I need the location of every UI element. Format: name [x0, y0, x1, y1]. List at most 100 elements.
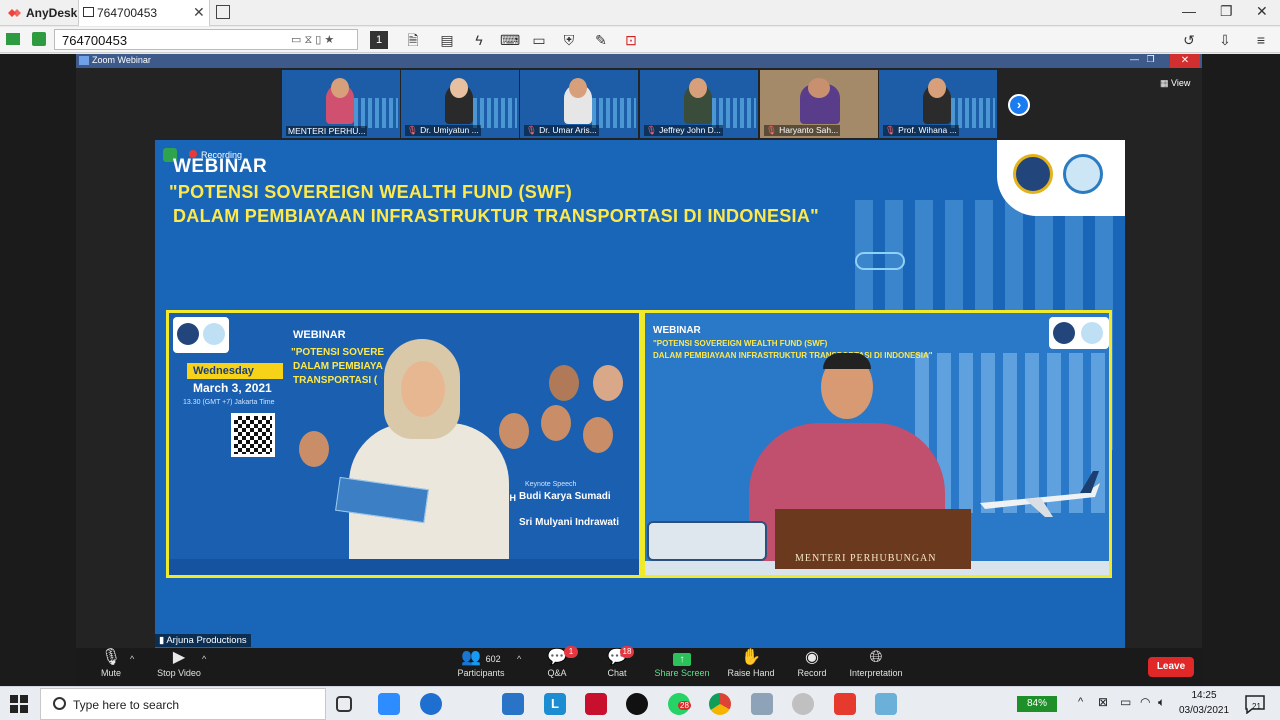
clock-time[interactable]: 14:25: [1178, 690, 1230, 701]
zoom-window-icon: [79, 56, 89, 65]
whatsapp-badge: 28: [678, 701, 691, 710]
bus-model: [647, 521, 767, 561]
speaker-panel-right: WEBINAR "POTENSI SOVEREIGN WEALTH FUND (…: [642, 310, 1112, 578]
battery-icon[interactable]: ▭: [1120, 695, 1131, 709]
airplane-model-icon: [980, 471, 1100, 517]
speaker-photo: [299, 431, 329, 467]
mute-options-chevron-icon[interactable]: ^: [130, 654, 134, 664]
muted-mic-icon: 🎙︎: [407, 125, 421, 135]
task-view-icon[interactable]: [336, 696, 352, 712]
grid-icon: ▦: [1160, 78, 1172, 88]
interpretation-button[interactable]: 🌐︎ Interpretation: [846, 648, 906, 678]
address-bar-tools-icon[interactable]: ▭ ⧖ ▯ ★: [291, 33, 334, 47]
chat-button[interactable]: 💬 Chat 18: [602, 646, 634, 678]
minimize-button[interactable]: —: [1182, 3, 1196, 19]
participant-thumb[interactable]: MENTERI PERHU...: [282, 70, 400, 138]
participant-thumb[interactable]: 🎙︎ Jeffrey John D...: [640, 70, 758, 138]
zoom-window-titlebar[interactable]: Zoom Webinar — ❐ ✕: [76, 54, 1202, 68]
participant-thumb[interactable]: 🎙︎ Dr. Umiyatun ...: [401, 70, 519, 138]
edge-icon[interactable]: [420, 693, 442, 715]
monitor-1-icon[interactable]: 1: [370, 31, 388, 49]
muted-mic-icon: 🎙︎: [766, 125, 780, 135]
permissions-icon[interactable]: ⛨: [560, 31, 578, 49]
share-screen-button[interactable]: ↑ Share Screen: [654, 648, 710, 678]
panel-logos: [1049, 317, 1109, 349]
menu-icon[interactable]: ≡: [1252, 31, 1270, 49]
address-bar[interactable]: 764700453 ▭ ⧖ ▯ ★: [54, 29, 358, 50]
file-transfer-icon[interactable]: 🗎: [404, 31, 422, 49]
qa-button[interactable]: 💬 Q&A 1: [542, 646, 578, 678]
poster-line2: DALAM PEMBIAYA: [293, 361, 383, 372]
participants-button[interactable]: 👥 602 Participants: [456, 648, 506, 678]
windows-taskbar: Type here to search L 28 84% ^ ⊠ ▭ ◠ 🔈︎ …: [0, 686, 1280, 720]
speaker-photo: [549, 365, 579, 401]
session-tab[interactable]: 764700453 ✕: [78, 0, 210, 26]
raise-hand-button[interactable]: ✋ Raise Hand: [726, 648, 776, 678]
view-button[interactable]: ▦ View: [1160, 78, 1190, 89]
participant-name: 🎙︎ Haryanto Sah...: [764, 125, 841, 136]
globe-icon: 🌐︎: [869, 649, 883, 666]
anydesk-titlebar: AnyDesk 764700453 ✕ — ❐ ✕: [0, 0, 1280, 26]
download-icon[interactable]: ⇩: [1216, 31, 1234, 49]
action-icon[interactable]: ϟ: [470, 31, 488, 49]
panel-logos: [173, 317, 229, 353]
volume-icon[interactable]: 🔈︎: [1158, 695, 1165, 710]
whiteboard-icon[interactable]: ✎: [592, 31, 610, 49]
slide-logos: [997, 140, 1125, 216]
anydesk-app-icon[interactable]: [834, 693, 856, 715]
zoom-window-title: Zoom Webinar: [92, 55, 151, 65]
history-icon[interactable]: ↺: [1180, 31, 1198, 49]
tab-close-button[interactable]: ✕: [193, 4, 205, 21]
chat-badge: 18: [620, 646, 634, 658]
participants-options-chevron-icon[interactable]: ^: [517, 654, 521, 664]
tray-overflow-chevron-icon[interactable]: ^: [1078, 696, 1083, 708]
connection-status-icon: [6, 33, 20, 45]
zoom-window-controls[interactable]: — ❐: [1130, 54, 1162, 65]
maximize-button[interactable]: ❐: [1220, 3, 1233, 20]
l-app-icon[interactable]: L: [544, 693, 566, 715]
speaker-photo: [541, 405, 571, 441]
keyboard-icon[interactable]: ⌨: [500, 31, 520, 49]
poster-bottom-strip: [169, 559, 639, 575]
panel-line2: DALAM PEMBIAYAAN INFRASTRUKTUR TRANSPORT…: [653, 351, 933, 360]
participant-thumb[interactable]: 🎙︎ Prof. Wihana ...: [879, 70, 997, 138]
participant-thumb[interactable]: 🎙︎ Dr. Umar Aris...: [520, 70, 638, 138]
tray-app-icon[interactable]: ⊠: [1098, 695, 1108, 709]
anydesk-toolbar: 764700453 ▭ ⧖ ▯ ★ 1 🗎 ▤ ϟ ⌨ ▭ ⛨ ✎ ⊡ ↺ ⇩ …: [0, 27, 1280, 53]
panel-line1: "POTENSI SOVEREIGN WEALTH FUND (SWF): [653, 339, 828, 348]
chat-icon[interactable]: ▤: [438, 31, 456, 49]
speaker-photo: [593, 365, 623, 401]
xbox-icon[interactable]: [626, 693, 648, 715]
zoom-close-button[interactable]: ✕: [1170, 54, 1200, 68]
wifi-icon[interactable]: ◠: [1140, 695, 1150, 709]
display-icon[interactable]: ▭: [530, 31, 548, 49]
minister-hair: [823, 353, 871, 369]
cloud-decoration: [855, 252, 905, 270]
close-window-button[interactable]: ✕: [1256, 3, 1268, 20]
tool-app-icon[interactable]: [751, 693, 773, 715]
new-tab-icon[interactable]: [216, 5, 230, 19]
snip-icon[interactable]: [792, 693, 814, 715]
mcafee-icon[interactable]: [585, 693, 607, 715]
participant-thumb[interactable]: 🎙︎ Haryanto Sah...: [760, 70, 878, 138]
taskbar-search-box[interactable]: Type here to search: [40, 688, 326, 720]
next-page-button[interactable]: ›: [1008, 94, 1030, 116]
participant-name: 🎙︎ Prof. Wihana ...: [883, 125, 959, 136]
notes-app-icon[interactable]: [875, 693, 897, 715]
record-button[interactable]: ◉ Record: [796, 648, 828, 678]
video-options-chevron-icon[interactable]: ^: [202, 654, 206, 664]
battery-indicator[interactable]: 84%: [1017, 696, 1057, 712]
whatsapp-icon[interactable]: 28: [668, 693, 691, 715]
stop-video-button[interactable]: ▶︎ Stop Video: [154, 648, 204, 678]
clock-date[interactable]: 03/03/2021: [1178, 705, 1230, 716]
partner-logo-icon: [1063, 154, 1103, 194]
mail-icon[interactable]: [502, 693, 524, 715]
record-icon[interactable]: ⊡: [622, 31, 640, 49]
mute-button[interactable]: 🎙︎ Mute: [96, 648, 126, 678]
muted-mic-icon: 🎙︎: [646, 125, 660, 135]
zoom-app-icon[interactable]: [378, 693, 400, 715]
chrome-icon[interactable]: [709, 693, 731, 715]
anydesk-logo-icon: [8, 9, 21, 17]
leave-button[interactable]: Leave: [1148, 657, 1194, 677]
windows-start-icon[interactable]: [10, 695, 28, 713]
